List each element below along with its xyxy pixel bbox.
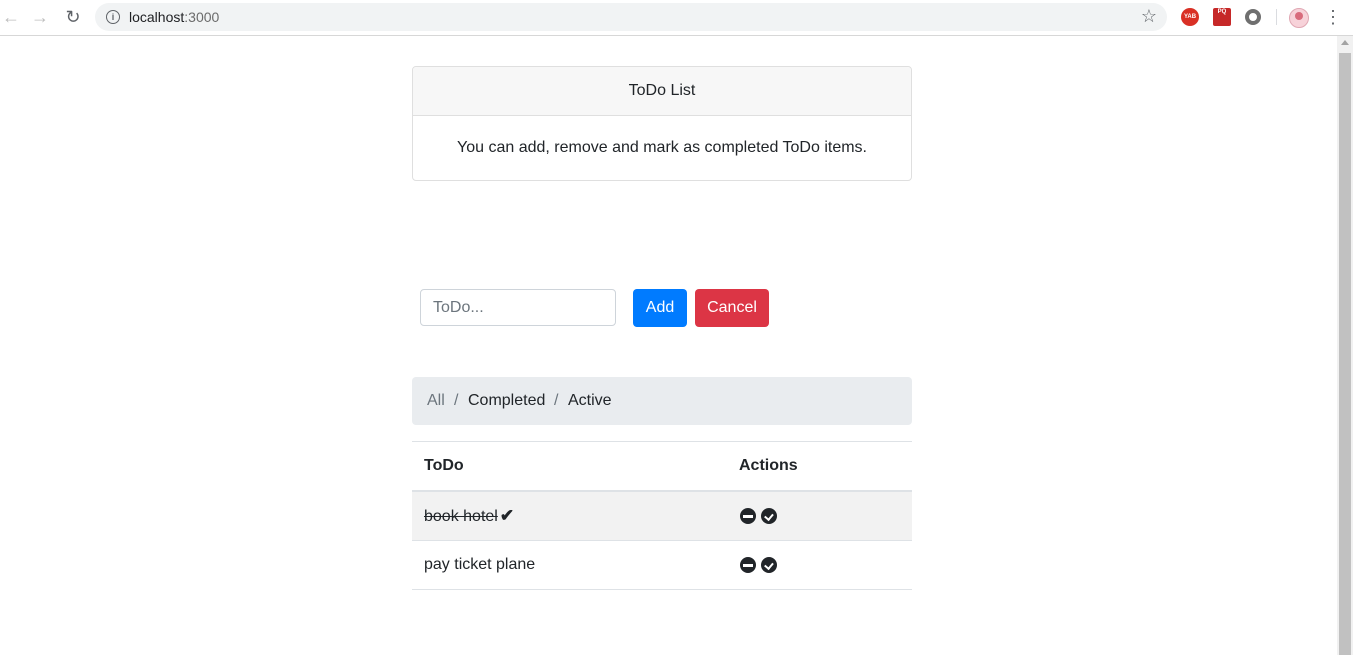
- more-vert-icon[interactable]: ⋮: [1324, 6, 1342, 28]
- scroll-up-arrow[interactable]: [1341, 40, 1349, 45]
- cancel-button[interactable]: Cancel: [695, 289, 769, 327]
- reload-icon[interactable]: ↻: [62, 6, 84, 28]
- check-circle-icon[interactable]: [761, 557, 777, 573]
- table-row: pay ticket plane: [412, 541, 912, 590]
- check-icon: ✔: [499, 506, 515, 525]
- check-circle-icon[interactable]: [761, 508, 777, 524]
- table-row: book hotel ✔: [412, 492, 912, 541]
- filter-all[interactable]: All: [427, 377, 445, 425]
- toolbar-divider: [1276, 9, 1277, 25]
- circle-extension-icon[interactable]: [1245, 9, 1261, 25]
- arrow-left-icon[interactable]: ←: [0, 6, 22, 28]
- info-icon[interactable]: i: [106, 10, 120, 24]
- intro-card: ToDo List You can add, remove and mark a…: [412, 66, 912, 181]
- page-scrollbar[interactable]: [1337, 36, 1353, 655]
- browser-toolbar: ← → ↻ i localhost:3000 ☆ YAB PQ ⋮: [0, 0, 1353, 36]
- card-title: ToDo List: [413, 67, 911, 116]
- row-actions: [740, 508, 777, 524]
- todo-text: book hotel ✔: [424, 492, 514, 541]
- todo-text-completed: book hotel: [424, 508, 498, 525]
- todo-text: pay ticket plane: [424, 556, 536, 573]
- star-icon[interactable]: ☆: [1141, 6, 1157, 27]
- todo-table: ToDo Actions book hotel ✔ pay ticket plan…: [412, 441, 912, 590]
- todo-input[interactable]: [420, 289, 616, 326]
- row-actions: [740, 557, 777, 573]
- add-button[interactable]: Add: [633, 289, 687, 327]
- url-port: :3000: [184, 9, 220, 25]
- url-text[interactable]: localhost:3000: [129, 9, 219, 25]
- minus-circle-icon[interactable]: [740, 557, 756, 573]
- yab-extension-icon[interactable]: YAB: [1181, 8, 1199, 26]
- filter-completed[interactable]: Completed: [468, 377, 545, 425]
- column-header-actions: Actions: [739, 457, 798, 474]
- pq-extension-icon[interactable]: PQ: [1213, 8, 1231, 26]
- breadcrumb-separator: /: [454, 392, 459, 409]
- table-header: ToDo Actions: [412, 442, 912, 492]
- arrow-right-icon[interactable]: →: [29, 6, 51, 28]
- filter-active[interactable]: Active: [568, 377, 612, 425]
- url-host: localhost: [129, 9, 185, 25]
- column-header-todo: ToDo: [424, 457, 464, 474]
- card-description: You can add, remove and mark as complete…: [457, 139, 867, 156]
- profile-avatar-icon[interactable]: [1289, 8, 1309, 28]
- breadcrumb-separator: /: [554, 392, 559, 409]
- filter-breadcrumb: All / Completed / Active: [412, 377, 912, 425]
- address-bar[interactable]: i localhost:3000 ☆: [95, 3, 1167, 31]
- scrollbar-thumb[interactable]: [1339, 53, 1351, 655]
- minus-circle-icon[interactable]: [740, 508, 756, 524]
